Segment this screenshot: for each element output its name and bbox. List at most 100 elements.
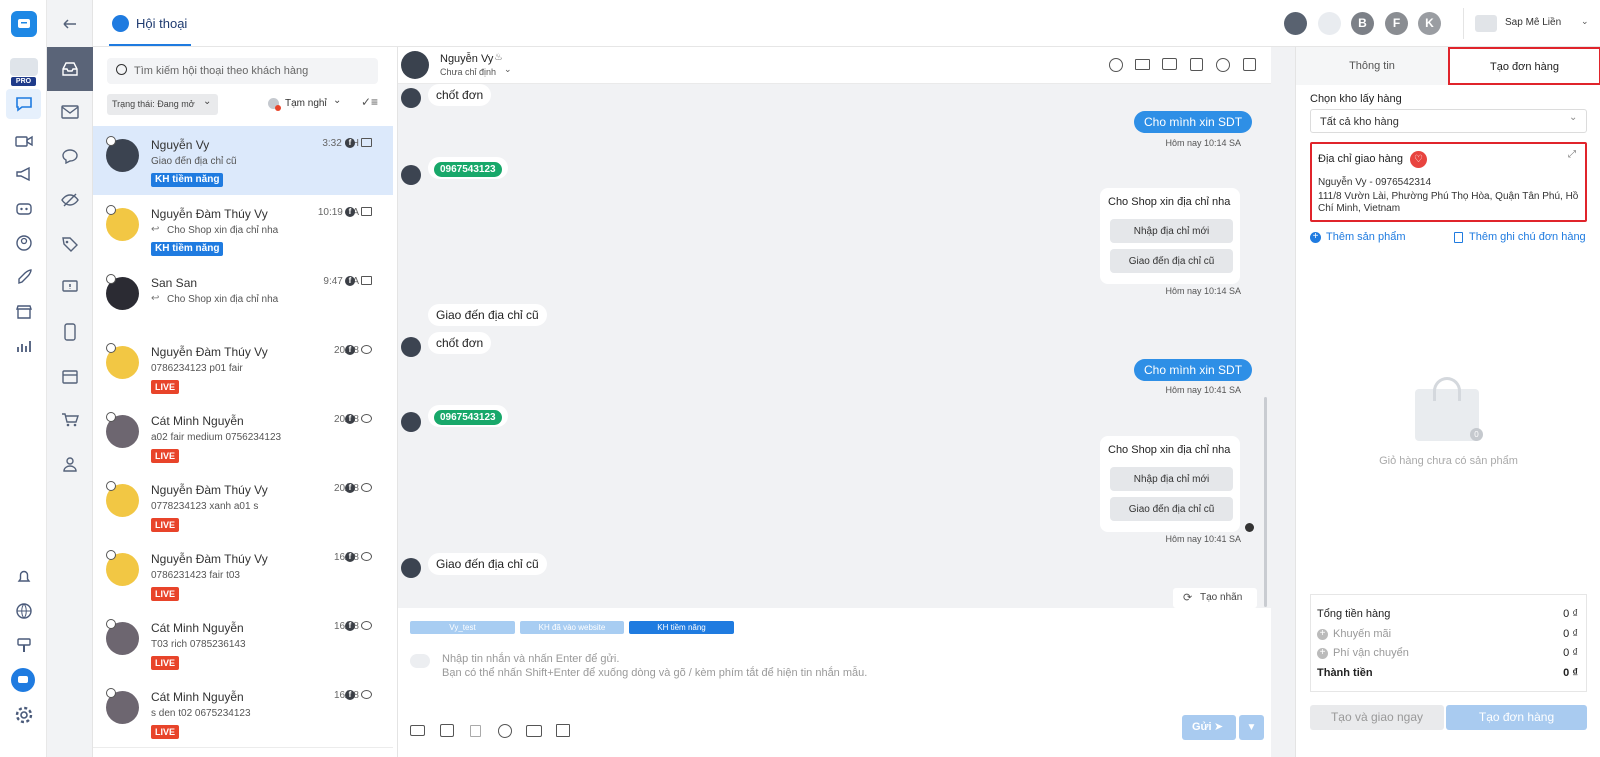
message-input[interactable]: Nhập tin nhắn và nhấn Enter để gửi. Bạn … [442, 652, 982, 684]
shipping-address-box[interactable]: Địa chỉ giao hàng ♡ ⤢ Nguyễn Vy - 097654… [1310, 142, 1587, 222]
conversation-item[interactable]: Nguyễn Đàm Thúy Vy20/08f0778234123 xanh … [93, 471, 393, 541]
warehouse-select[interactable]: Tất cả kho hàng ⌄ [1310, 109, 1587, 133]
phone-number-chip[interactable]: 0967543123 [434, 162, 502, 177]
inbox-all-icon[interactable] [47, 47, 93, 91]
camera-icon[interactable] [410, 725, 425, 736]
calendar-filter-icon[interactable] [47, 361, 93, 391]
conversation-preview: 0778234123 xanh a01 s [151, 501, 259, 512]
conversation-item[interactable]: San San 9:47 SA f ↩ Cho Shop xin địa chỉ nha [93, 264, 393, 334]
external-link-icon[interactable] [1190, 58, 1203, 71]
comment-filter-icon[interactable] [47, 141, 93, 171]
presence-dropdown[interactable]: Tạm nghỉ ⌄ [268, 94, 348, 115]
rocket-icon[interactable] [0, 263, 47, 293]
product-share-icon[interactable] [440, 724, 454, 737]
tag-chip[interactable]: KH đã vào website [520, 621, 624, 634]
person-filter-icon[interactable] [47, 449, 93, 479]
send-label: Gửi [1192, 721, 1212, 733]
page-avatar-k[interactable]: K [1418, 12, 1441, 35]
old-address-button[interactable]: Giao đến địa chỉ cũ [1110, 497, 1233, 521]
app-logo-icon[interactable] [11, 11, 37, 37]
support-chat-icon[interactable] [11, 668, 35, 692]
settings-gear-icon[interactable] [0, 700, 47, 730]
plus-circle-icon[interactable]: + [1317, 648, 1328, 659]
tab-create-order[interactable]: Tạo đơn hàng [1448, 47, 1600, 85]
emoji-icon[interactable] [498, 724, 512, 738]
create-and-ship-button[interactable]: Tạo và giao ngay [1310, 705, 1444, 730]
page-avatar-b[interactable]: B [1351, 12, 1374, 35]
shipping-fee-label[interactable]: Phí vận chuyển [1333, 647, 1409, 659]
expand-icon[interactable]: ⤢ [1568, 149, 1576, 160]
alarm-icon[interactable] [1216, 58, 1230, 72]
cart-filter-icon[interactable] [47, 405, 93, 435]
add-note-link[interactable]: Thêm ghi chú đơn hàng [1454, 231, 1589, 247]
chat-panel: Nguyễn Vy ♨ Chưa chỉ định ⌄ chốt đơn Cho… [398, 47, 1295, 757]
shop-avatar[interactable] [10, 58, 38, 76]
eye-hidden-icon[interactable] [47, 185, 93, 215]
new-address-button[interactable]: Nhập địa chỉ mới [1110, 467, 1233, 491]
quick-reply-icon[interactable] [526, 725, 542, 737]
search-input[interactable]: Tìm kiếm hội thoại theo khách hàng [134, 65, 308, 77]
chevron-down-icon: ⌄ [504, 64, 512, 74]
check-square-icon[interactable] [1243, 58, 1256, 71]
tab-info[interactable]: Thông tin [1296, 47, 1448, 85]
conversation-preview: a02 fair medium 0756234123 [151, 432, 282, 443]
phone-number-chip[interactable]: 0967543123 [434, 410, 502, 425]
tag-chip[interactable]: Vy_test [410, 621, 515, 634]
video-attach-icon[interactable] [470, 725, 481, 737]
block-icon[interactable] [1109, 58, 1123, 72]
chart-icon[interactable] [0, 331, 47, 361]
page-avatar-2[interactable] [1318, 12, 1341, 35]
collapse-arrow-icon[interactable] [47, 9, 93, 39]
create-order-button[interactable]: Tạo đơn hàng [1446, 705, 1587, 730]
conversation-item[interactable]: Nguyễn Vy 3:32 CH f Giao đến địa chỉ cũ KH t… [93, 126, 393, 196]
plus-circle-icon[interactable]: + [1317, 629, 1328, 640]
message-timestamp: Hôm nay 10:41 SA [1165, 534, 1241, 544]
conversation-name: Cát Minh Nguyễn [151, 621, 244, 635]
send-options-button[interactable]: ▼ [1239, 715, 1264, 740]
total-value: 0 ₫ [1563, 667, 1578, 679]
send-button[interactable]: Gửi ➤ [1182, 715, 1236, 740]
phone-filter-icon[interactable] [47, 317, 93, 347]
assign-dropdown[interactable]: Chưa chỉ định [440, 67, 496, 77]
conversation-item[interactable]: Cát Minh Nguyễn16/08fs den t02 067523412… [93, 678, 393, 748]
conversation-item[interactable]: Nguyễn Đàm Thúy Vy16/08f0786231423 fair … [93, 540, 393, 610]
search-box[interactable]: Tìm kiếm hội thoại theo khách hàng [107, 58, 378, 84]
chat-scrollbar[interactable] [1264, 397, 1267, 607]
page-avatar-f[interactable]: F [1385, 12, 1408, 35]
conversation-item[interactable]: Nguyễn Đàm Thúy Vy20/08f0786234123 p01 f… [93, 333, 393, 403]
tab-conversations[interactable]: Hội thoại [109, 0, 191, 46]
alert-comment-icon[interactable] [47, 272, 93, 302]
contact-name[interactable]: Nguyễn Vy [440, 53, 493, 65]
bot-icon[interactable] [0, 193, 47, 223]
video-icon[interactable] [0, 125, 47, 155]
discount-label[interactable]: Khuyến mãi [1333, 628, 1391, 640]
tools-icon[interactable] [0, 630, 47, 660]
new-address-button[interactable]: Nhập địa chỉ mới [1110, 219, 1233, 243]
note-action-icon[interactable] [1162, 58, 1177, 70]
heart-icon[interactable]: ♡ [1410, 151, 1427, 168]
mail-filter-icon[interactable] [47, 97, 93, 127]
store-icon[interactable] [0, 297, 47, 327]
tag-chip-active[interactable]: KH tiềm năng [629, 621, 734, 634]
user-circle-icon[interactable] [0, 228, 47, 258]
bell-icon[interactable] [0, 562, 47, 592]
shop-name: Sap Mê Liền [1505, 17, 1562, 28]
page-avatar-1[interactable] [1284, 12, 1307, 35]
message-input-placeholder-2: Bạn có thể nhấn Shift+Enter để xuống dòn… [442, 667, 868, 679]
create-tag-button[interactable]: ⟳ Tạo nhãn [1173, 588, 1257, 608]
chat-nav-icon[interactable] [6, 89, 41, 119]
megaphone-icon[interactable] [0, 159, 47, 189]
contact-avatar[interactable] [401, 51, 429, 79]
globe-icon[interactable] [0, 596, 47, 626]
comment-icon [361, 345, 372, 354]
conversation-item[interactable]: Nguyễn Đàm Thúy Vy 10:19 SA f ↩ Cho Shop xin… [93, 195, 393, 265]
conversation-item[interactable]: Cát Minh Nguyễn20/08fa02 fair medium 075… [93, 402, 393, 472]
old-address-button[interactable]: Giao đến địa chỉ cũ [1110, 249, 1233, 273]
image-attach-icon[interactable] [556, 724, 570, 737]
tag-filter-icon[interactable] [47, 229, 93, 259]
status-filter-dropdown[interactable]: Trạng thái: Đang mở ⌄ [107, 94, 218, 115]
conversation-item[interactable]: Cát Minh Nguyễn16/08fT03 rich 0785236143… [93, 609, 393, 679]
mark-all-read-icon[interactable]: ✓≡ [361, 95, 379, 111]
mail-action-icon[interactable] [1135, 59, 1150, 70]
shop-menu[interactable]: Sap Mê Liền ⌄ [1475, 12, 1593, 36]
